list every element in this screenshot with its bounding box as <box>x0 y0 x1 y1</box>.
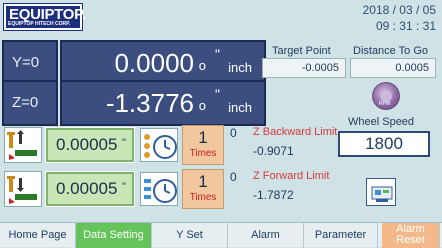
y-axis-suffix: o <box>198 58 206 73</box>
y-times-count: 1 <box>198 128 208 147</box>
z-axis-unit: inch <box>228 100 252 115</box>
distance-to-go-value: 0.0005 <box>350 58 436 78</box>
company-logo: EQUIPTOP. EQUIPTOP HITECH CORP. <box>4 4 86 30</box>
z-axis-label[interactable]: Z=0 <box>2 80 58 126</box>
z-times-count: 1 <box>198 172 208 191</box>
tab-home-page[interactable]: Home Page <box>0 223 76 248</box>
z-axis-readout: -1.3776 o " inch <box>60 80 266 126</box>
y-times-label: Times <box>189 148 217 159</box>
y-zero-indicator: 0 <box>230 126 237 140</box>
y-step-increment-icon[interactable] <box>4 127 42 163</box>
y-step-value[interactable]: 0.00005 " <box>45 127 135 163</box>
logo-subtext: EQUIPTOP HITECH CORP. <box>8 21 71 27</box>
z-zero-indicator: 0 <box>230 170 237 184</box>
z-step-increment-icon[interactable] <box>4 171 42 207</box>
tab-data-setting[interactable]: Data Setting <box>76 223 152 248</box>
y-repeat-clock-icon[interactable] <box>140 128 178 162</box>
z-axis-inch-mark: " <box>215 86 220 102</box>
z-axis-value: -1.3776 <box>105 88 194 118</box>
wheel-speed-icon: RPM <box>372 82 400 110</box>
y-step-number: 0.00005 <box>56 135 118 154</box>
z-repeat-clock-icon[interactable] <box>140 172 178 206</box>
wheel-speed-input[interactable]: 1800 <box>338 131 430 157</box>
y-axis-value: 0.0000 <box>114 48 194 78</box>
z-forward-limit-label: Z Forward Limit <box>253 170 330 182</box>
z-axis-suffix: o <box>198 98 206 113</box>
z-times-button[interactable]: 1 Times <box>182 169 224 209</box>
alarm-reset-button[interactable]: Alarm Reset <box>382 223 440 248</box>
y-axis-inch-mark: " <box>215 46 220 62</box>
z-backward-limit-value: -0.9071 <box>253 144 294 158</box>
z-times-label: Times <box>189 192 217 203</box>
target-point-label: Target Point <box>272 45 331 57</box>
wheel-icon-text: RPM <box>379 101 391 107</box>
tab-parameter[interactable]: Parameter <box>304 223 378 248</box>
date-display: 2018 / 03 / 05 <box>362 3 436 17</box>
z-backward-limit-label: Z Backward Limit <box>253 126 338 138</box>
y-axis-unit: inch <box>228 60 252 75</box>
distance-to-go-label: Distance To Go <box>353 45 429 57</box>
time-display: 09 : 31 : 31 <box>375 19 436 33</box>
z-step-inch-mark: " <box>122 181 126 193</box>
tab-alarm[interactable]: Alarm <box>228 223 304 248</box>
wheel-speed-label: Wheel Speed <box>348 116 415 128</box>
y-step-inch-mark: " <box>122 137 126 149</box>
tab-y-set[interactable]: Y Set <box>152 223 228 248</box>
z-forward-limit-value: -1.7872 <box>253 188 294 202</box>
machine-setup-icon[interactable] <box>366 178 396 206</box>
bottom-nav-bar: Home Page Data Setting Y Set Alarm Param… <box>0 222 442 248</box>
z-step-value[interactable]: 0.00005 " <box>45 171 135 207</box>
z-step-number: 0.00005 <box>56 179 118 198</box>
y-times-button[interactable]: 1 Times <box>182 125 224 165</box>
target-point-value: -0.0005 <box>262 58 346 78</box>
